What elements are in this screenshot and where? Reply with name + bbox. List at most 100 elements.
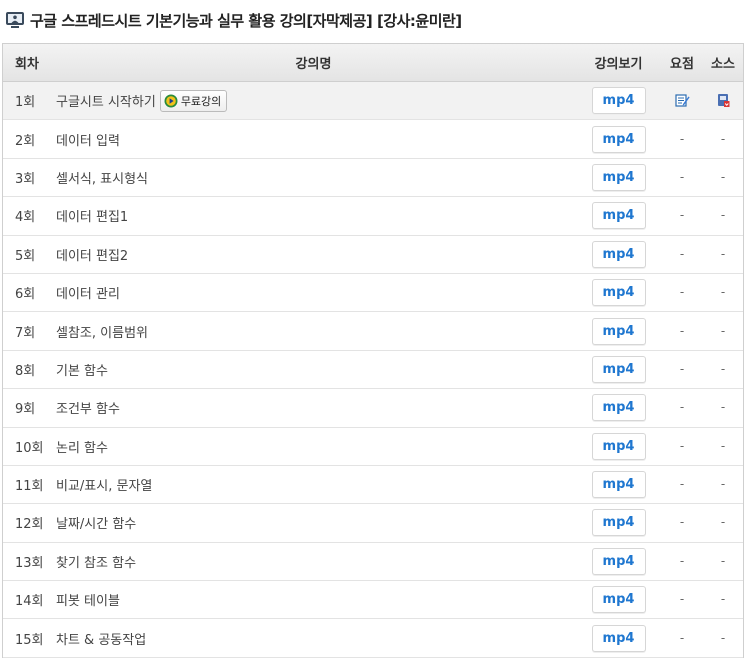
edit-note-icon[interactable]	[674, 93, 690, 108]
mp4-button[interactable]: mp4	[591, 87, 646, 115]
lecture-title[interactable]: 구글시트 시작하기	[56, 91, 156, 110]
source-empty: -	[720, 515, 726, 530]
header-summary: 요점	[670, 57, 694, 72]
row-number: 4회	[15, 210, 36, 226]
lecture-title[interactable]: 기본 함수	[56, 360, 108, 379]
summary-empty: -	[679, 361, 685, 376]
lecture-title[interactable]: 비교/표시, 문자열	[56, 475, 152, 494]
page-title: 구글 스프레드시트 기본기능과 실무 활용 강의[자막제공] [강사:윤미란]	[30, 11, 462, 30]
table-row: 14회 피봇 테이블 mp4 - -	[3, 581, 743, 620]
source-empty: -	[720, 323, 726, 338]
lecture-title[interactable]: 데이터 입력	[56, 130, 120, 149]
header-name: 강의명	[295, 57, 332, 72]
mp4-button[interactable]: mp4	[591, 125, 646, 153]
free-lecture-button[interactable]: 무료강의	[159, 89, 228, 112]
summary-empty: -	[679, 438, 685, 453]
lecture-title[interactable]: 데이터 관리	[56, 283, 120, 302]
summary-cell: -	[661, 592, 703, 607]
table-row: 15회 차트 & 공동작업 mp4 - -	[3, 619, 743, 658]
view-cell: mp4	[576, 163, 661, 191]
summary-cell	[661, 93, 703, 108]
mp4-button[interactable]: mp4	[591, 394, 646, 422]
view-cell: mp4	[576, 240, 661, 268]
view-cell: mp4	[576, 202, 661, 230]
view-cell: mp4	[576, 547, 661, 575]
lecture-title-cell: 찾기 참조 함수	[51, 552, 576, 571]
lecture-title[interactable]: 조건부 함수	[56, 398, 120, 417]
source-empty: -	[720, 477, 726, 492]
mp4-button[interactable]: mp4	[591, 279, 646, 307]
source-empty: -	[720, 400, 726, 415]
view-cell: mp4	[576, 432, 661, 460]
view-cell: mp4	[576, 509, 661, 537]
row-number: 7회	[15, 325, 36, 341]
mp4-button[interactable]: mp4	[591, 509, 646, 537]
mp4-button[interactable]: mp4	[591, 355, 646, 383]
row-number: 9회	[15, 402, 36, 418]
view-cell: mp4	[576, 87, 661, 115]
summary-empty: -	[679, 208, 685, 223]
summary-empty: -	[679, 285, 685, 300]
mp4-button[interactable]: mp4	[591, 317, 646, 345]
source-cell: -	[703, 477, 743, 492]
mp4-button[interactable]: mp4	[591, 547, 646, 575]
mp4-button[interactable]: mp4	[591, 471, 646, 499]
source-cell: -	[703, 515, 743, 530]
mp4-button[interactable]: mp4	[591, 240, 646, 268]
lecture-title-cell: 기본 함수	[51, 360, 576, 379]
summary-cell: -	[661, 554, 703, 569]
source-cell: -	[703, 170, 743, 185]
lecture-title[interactable]: 차트 & 공동작업	[56, 629, 146, 648]
lecture-title[interactable]: 데이터 편집2	[56, 245, 128, 264]
lecture-title[interactable]: 셀참조, 이름범위	[56, 322, 148, 341]
row-number: 1회	[15, 95, 36, 111]
table-row: 12회 날짜/시간 함수 mp4 - -	[3, 504, 743, 543]
summary-empty: -	[679, 131, 685, 146]
lecture-title[interactable]: 논리 함수	[56, 437, 108, 456]
mp4-button[interactable]: mp4	[591, 163, 646, 191]
lecture-title[interactable]: 피봇 테이블	[56, 590, 120, 609]
mp4-button[interactable]: mp4	[591, 586, 646, 614]
row-number: 11회	[15, 479, 44, 495]
table-row: 1회 구글시트 시작하기 무료강의 mp4	[3, 82, 743, 121]
summary-empty: -	[679, 477, 685, 492]
summary-empty: -	[679, 400, 685, 415]
row-number: 8회	[15, 363, 36, 379]
summary-empty: -	[679, 515, 685, 530]
view-cell: mp4	[576, 279, 661, 307]
header-source: 소스	[711, 57, 735, 72]
lecture-title-cell: 비교/표시, 문자열	[51, 475, 576, 494]
source-cell: -	[703, 631, 743, 646]
mp4-button[interactable]: mp4	[591, 432, 646, 460]
source-cell: -	[703, 247, 743, 262]
lecture-title[interactable]: 데이터 편집1	[56, 206, 128, 225]
header-view: 강의보기	[594, 57, 643, 72]
source-cell: -	[703, 324, 743, 339]
row-number: 14회	[15, 594, 44, 610]
lecture-title-cell: 셀서식, 표시형식	[51, 168, 576, 187]
lecture-title[interactable]: 날짜/시간 함수	[56, 513, 136, 532]
row-number: 3회	[15, 171, 36, 187]
view-cell: mp4	[576, 624, 661, 652]
table-row: 13회 찾기 참조 함수 mp4 - -	[3, 543, 743, 582]
view-cell: mp4	[576, 394, 661, 422]
summary-cell: -	[661, 631, 703, 646]
summary-cell: -	[661, 477, 703, 492]
summary-empty: -	[679, 246, 685, 261]
mp4-button[interactable]: mp4	[591, 624, 646, 652]
source-cell: -	[703, 439, 743, 454]
summary-empty: -	[679, 553, 685, 568]
lecture-title[interactable]: 셀서식, 표시형식	[56, 168, 148, 187]
mp4-button[interactable]: mp4	[591, 202, 646, 230]
table-header: 회차 강의명 강의보기 요점 소스	[3, 44, 743, 82]
download-file-icon[interactable]	[716, 93, 731, 108]
table-row: 11회 비교/표시, 문자열 mp4 - -	[3, 466, 743, 505]
table-row: 8회 기본 함수 mp4 - -	[3, 351, 743, 390]
source-empty: -	[720, 592, 726, 607]
source-empty: -	[720, 131, 726, 146]
lecture-title[interactable]: 찾기 참조 함수	[56, 552, 136, 571]
header-no: 회차	[15, 57, 39, 72]
summary-cell: -	[661, 439, 703, 454]
play-circle-icon	[164, 94, 178, 108]
source-cell: -	[703, 554, 743, 569]
